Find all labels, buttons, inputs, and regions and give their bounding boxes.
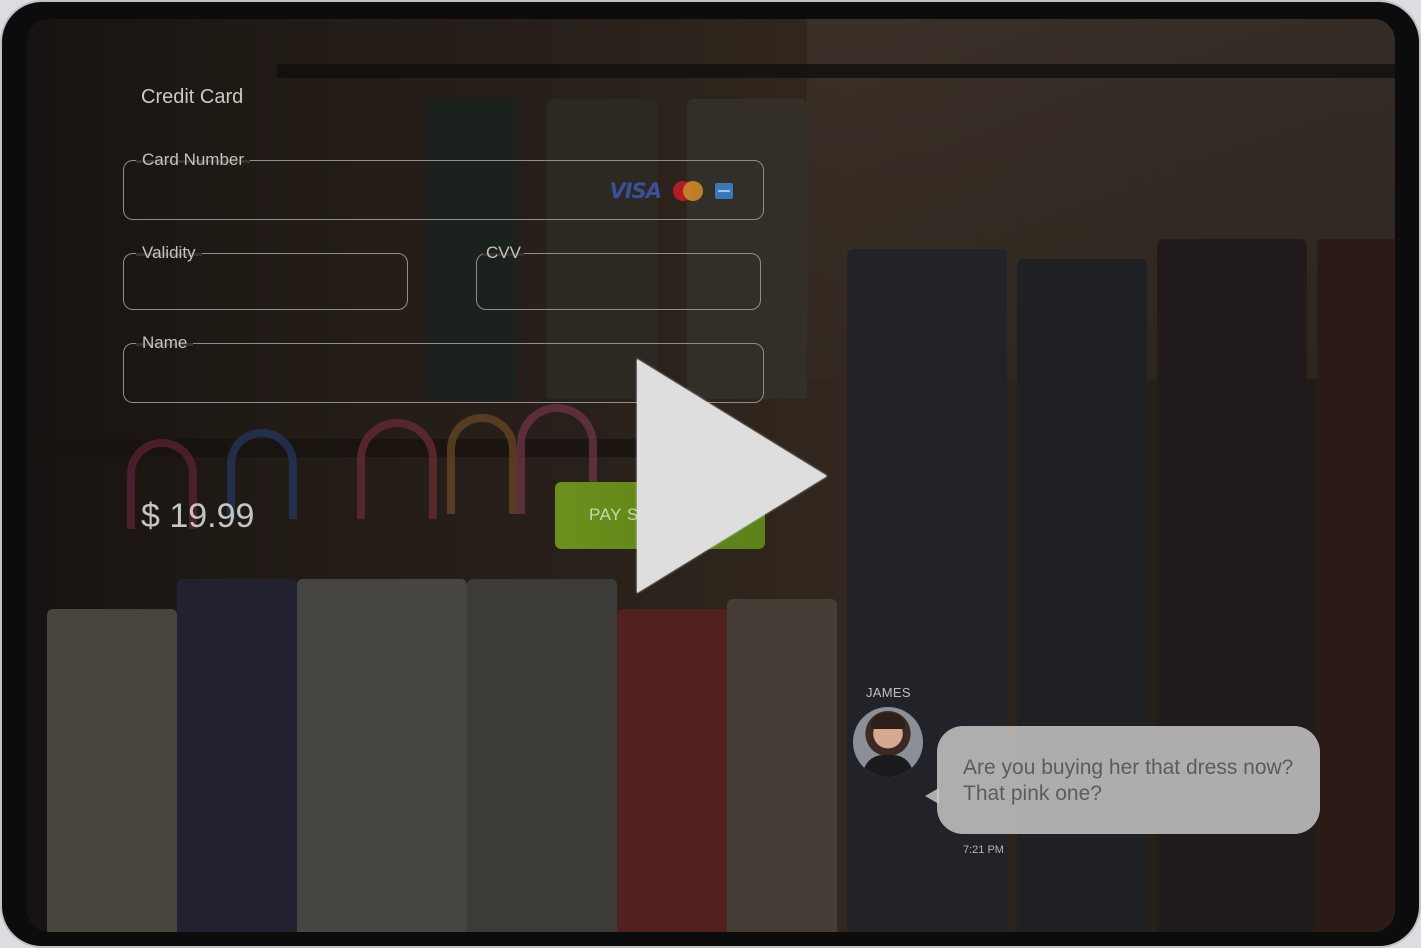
- avatar: [853, 707, 923, 777]
- cvv-field[interactable]: CVV: [476, 243, 761, 310]
- card-number-field[interactable]: Card Number VISA: [123, 150, 764, 220]
- card-logos: VISA: [610, 179, 733, 203]
- play-icon[interactable]: [637, 359, 827, 593]
- chat-message-bubble: Are you buying her that dress now? That …: [925, 726, 1320, 834]
- form-title: Credit Card: [141, 86, 244, 108]
- cvv-label: CVV: [486, 243, 521, 262]
- amex-logo: [715, 183, 733, 199]
- name-label: Name: [142, 333, 188, 352]
- video-frame[interactable]: Credit Card Card Number VISA Validity CV…: [27, 19, 1395, 932]
- card-number-label: Card Number: [142, 150, 245, 169]
- mastercard-logo: [673, 181, 703, 201]
- visa-logo: VISA: [609, 179, 662, 203]
- chat-sender-name: JAMES: [866, 685, 911, 700]
- price-label: $ 19.99: [141, 497, 255, 535]
- chat-timestamp: 7:21 PM: [963, 844, 1004, 856]
- tablet-frame: Credit Card Card Number VISA Validity CV…: [2, 2, 1419, 946]
- validity-field[interactable]: Validity: [123, 243, 408, 310]
- validity-label: Validity: [142, 243, 196, 262]
